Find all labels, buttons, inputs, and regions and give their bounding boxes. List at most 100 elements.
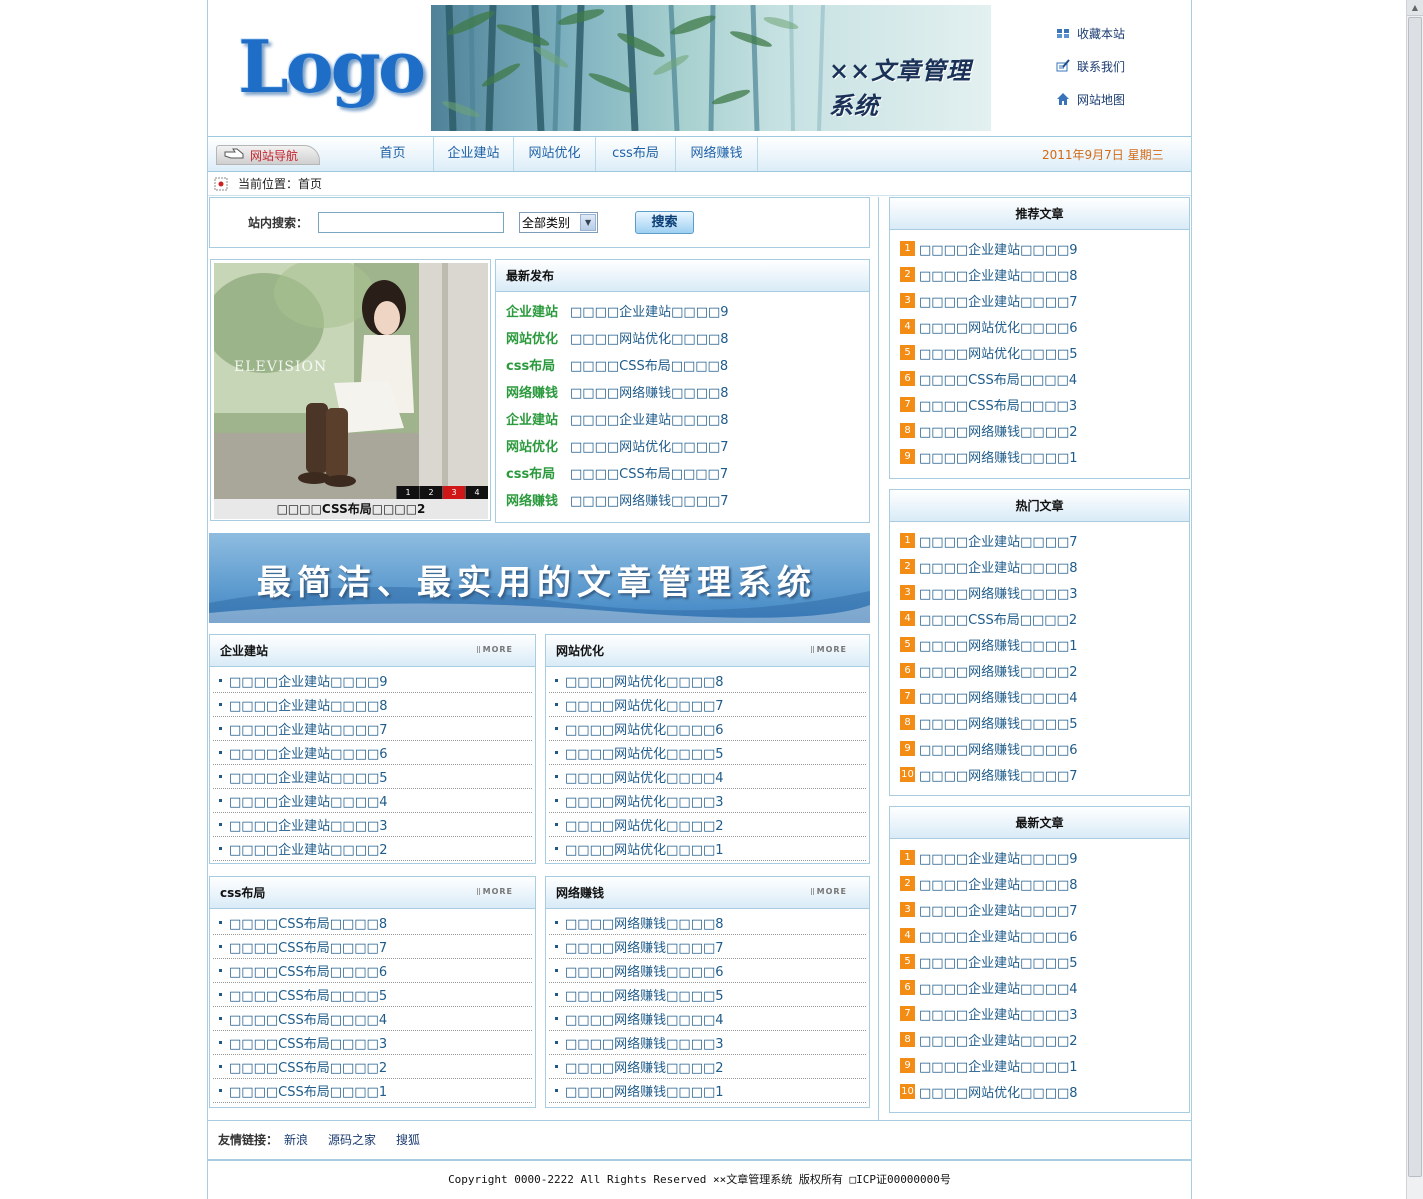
list-item[interactable]: 1 □□□□企业建站□□□□9 bbox=[890, 235, 1189, 261]
scrollbar-thumb[interactable] bbox=[1408, 17, 1422, 1177]
list-item[interactable]: □□□□网络赚钱□□□□3 bbox=[549, 1031, 866, 1055]
list-item[interactable]: □□□□网站优化□□□□8 bbox=[549, 669, 866, 693]
list-item[interactable]: 5 □□□□网络赚钱□□□□1 bbox=[890, 631, 1189, 657]
slide-number-3[interactable]: 3 bbox=[442, 486, 465, 499]
list-item[interactable]: 4 □□□□网站优化□□□□6 bbox=[890, 313, 1189, 339]
latest-cat[interactable]: 网站优化 bbox=[506, 328, 570, 347]
list-item[interactable]: □□□□企业建站□□□□5 bbox=[213, 765, 532, 789]
list-item[interactable]: □□□□CSS布局□□□□8 bbox=[213, 911, 532, 935]
latest-title[interactable]: □□□□网络赚钱□□□□7 bbox=[570, 490, 729, 509]
slide-number-4[interactable]: 4 bbox=[465, 486, 488, 499]
list-item[interactable]: 2 □□□□企业建站□□□□8 bbox=[890, 261, 1189, 287]
list-item[interactable]: □□□□CSS布局□□□□2 bbox=[213, 1055, 532, 1079]
latest-cat[interactable]: 网站优化 bbox=[506, 436, 570, 455]
list-item[interactable]: 9 □□□□网络赚钱□□□□1 bbox=[890, 443, 1189, 469]
nav-item-css[interactable]: css布局 bbox=[596, 137, 676, 171]
list-item[interactable]: □□□□网络赚钱□□□□7 bbox=[549, 935, 866, 959]
nav-item-seo[interactable]: 网站优化 bbox=[514, 137, 596, 171]
search-input[interactable] bbox=[318, 212, 505, 233]
list-item[interactable]: 6 □□□□网络赚钱□□□□2 bbox=[890, 657, 1189, 683]
slide-caption[interactable]: □□□□CSS布局□□□□2 bbox=[214, 499, 488, 519]
list-item[interactable]: 2 □□□□企业建站□□□□8 bbox=[890, 553, 1189, 579]
list-item[interactable]: 6 □□□□CSS布局□□□□4 bbox=[890, 365, 1189, 391]
vertical-scrollbar[interactable]: ▲ bbox=[1406, 0, 1423, 1199]
list-item[interactable]: □□□□网站优化□□□□6 bbox=[549, 717, 866, 741]
list-item[interactable]: □□□□网站优化□□□□4 bbox=[549, 765, 866, 789]
list-item[interactable]: □□□□CSS布局□□□□7 bbox=[213, 935, 532, 959]
slide-number-2[interactable]: 2 bbox=[419, 486, 442, 499]
list-item[interactable]: □□□□网站优化□□□□2 bbox=[549, 813, 866, 837]
list-item[interactable]: □□□□企业建站□□□□7 bbox=[213, 717, 532, 741]
more-link[interactable]: MORE bbox=[810, 645, 847, 654]
list-item[interactable]: 9 □□□□企业建站□□□□1 bbox=[890, 1052, 1189, 1078]
nav-item-home[interactable]: 首页 bbox=[352, 137, 434, 171]
list-item[interactable]: 10 □□□□网络赚钱□□□□7 bbox=[890, 761, 1189, 787]
list-item[interactable]: □□□□企业建站□□□□4 bbox=[213, 789, 532, 813]
list-item[interactable]: □□□□网站优化□□□□7 bbox=[549, 693, 866, 717]
list-item[interactable]: □□□□网站优化□□□□3 bbox=[549, 789, 866, 813]
site-map-link[interactable]: 网站地图 bbox=[1056, 89, 1125, 109]
list-item[interactable]: □□□□CSS布局□□□□6 bbox=[213, 959, 532, 983]
list-item[interactable]: 6 □□□□企业建站□□□□4 bbox=[890, 974, 1189, 1000]
list-item[interactable]: 7 □□□□CSS布局□□□□3 bbox=[890, 391, 1189, 417]
list-item[interactable]: □□□□网站优化□□□□5 bbox=[549, 741, 866, 765]
search-category-select[interactable]: 全部类别 ▼ bbox=[519, 212, 599, 233]
list-item[interactable]: 5 □□□□网站优化□□□□5 bbox=[890, 339, 1189, 365]
latest-title[interactable]: □□□□CSS布局□□□□7 bbox=[570, 463, 728, 482]
latest-cat[interactable]: 企业建站 bbox=[506, 409, 570, 428]
contact-us-link[interactable]: 联系我们 bbox=[1056, 56, 1125, 76]
bookmark-site-link[interactable]: 收藏本站 bbox=[1056, 23, 1125, 43]
nav-item-money[interactable]: 网络赚钱 bbox=[676, 137, 758, 171]
list-item[interactable]: □□□□网络赚钱□□□□5 bbox=[549, 983, 866, 1007]
list-item[interactable]: □□□□CSS布局□□□□3 bbox=[213, 1031, 532, 1055]
list-item[interactable]: □□□□网络赚钱□□□□2 bbox=[549, 1055, 866, 1079]
list-item[interactable]: 2 □□□□企业建站□□□□8 bbox=[890, 870, 1189, 896]
list-item[interactable]: 4 □□□□企业建站□□□□6 bbox=[890, 922, 1189, 948]
latest-title[interactable]: □□□□网络赚钱□□□□8 bbox=[570, 382, 729, 401]
list-item[interactable]: □□□□企业建站□□□□6 bbox=[213, 741, 532, 765]
friend-link-sina[interactable]: 新浪 bbox=[284, 1131, 308, 1148]
list-item[interactable]: 7 □□□□企业建站□□□□3 bbox=[890, 1000, 1189, 1026]
list-item[interactable]: □□□□企业建站□□□□8 bbox=[213, 693, 532, 717]
slide-image[interactable]: ELEVISION 1 2 3 4 bbox=[214, 263, 488, 499]
list-item[interactable]: 3 □□□□企业建站□□□□7 bbox=[890, 287, 1189, 313]
list-item[interactable]: □□□□CSS布局□□□□4 bbox=[213, 1007, 532, 1031]
list-item[interactable]: 4 □□□□CSS布局□□□□2 bbox=[890, 605, 1189, 631]
friend-link-yuanma[interactable]: 源码之家 bbox=[328, 1131, 376, 1148]
list-item[interactable]: 5 □□□□企业建站□□□□5 bbox=[890, 948, 1189, 974]
more-link[interactable]: MORE bbox=[810, 887, 847, 896]
list-item[interactable]: □□□□网络赚钱□□□□6 bbox=[549, 959, 866, 983]
list-item[interactable]: 1 □□□□企业建站□□□□9 bbox=[890, 844, 1189, 870]
list-item[interactable]: □□□□企业建站□□□□3 bbox=[213, 813, 532, 837]
list-item[interactable]: □□□□CSS布局□□□□1 bbox=[213, 1079, 532, 1103]
list-item[interactable]: □□□□网站优化□□□□1 bbox=[549, 837, 866, 861]
list-item[interactable]: □□□□网络赚钱□□□□8 bbox=[549, 911, 866, 935]
list-item[interactable]: 10 □□□□网站优化□□□□8 bbox=[890, 1078, 1189, 1104]
search-button[interactable]: 搜索 bbox=[635, 211, 695, 234]
latest-title[interactable]: □□□□CSS布局□□□□8 bbox=[570, 355, 728, 374]
list-item[interactable]: □□□□网络赚钱□□□□1 bbox=[549, 1079, 866, 1103]
chevron-down-icon[interactable]: ▼ bbox=[580, 214, 597, 231]
scroll-up-icon[interactable]: ▲ bbox=[1407, 0, 1423, 16]
latest-cat[interactable]: 企业建站 bbox=[506, 301, 570, 320]
list-item[interactable]: □□□□企业建站□□□□2 bbox=[213, 837, 532, 861]
site-logo[interactable]: Logo bbox=[238, 22, 426, 112]
latest-title[interactable]: □□□□企业建站□□□□9 bbox=[570, 301, 729, 320]
list-item[interactable]: 3 □□□□网络赚钱□□□□3 bbox=[890, 579, 1189, 605]
list-item[interactable]: □□□□企业建站□□□□9 bbox=[213, 669, 532, 693]
list-item[interactable]: □□□□网络赚钱□□□□4 bbox=[549, 1007, 866, 1031]
latest-title[interactable]: □□□□网站优化□□□□8 bbox=[570, 328, 729, 347]
list-item[interactable]: 8 □□□□网络赚钱□□□□2 bbox=[890, 417, 1189, 443]
list-item[interactable]: 7 □□□□网络赚钱□□□□4 bbox=[890, 683, 1189, 709]
list-item[interactable]: □□□□CSS布局□□□□5 bbox=[213, 983, 532, 1007]
promo-banner[interactable]: 最简洁、最实用的文章管理系统 bbox=[209, 533, 870, 623]
latest-cat[interactable]: 网络赚钱 bbox=[506, 382, 570, 401]
list-item[interactable]: 9 □□□□网络赚钱□□□□6 bbox=[890, 735, 1189, 761]
slide-number-1[interactable]: 1 bbox=[396, 486, 419, 499]
latest-cat[interactable]: 网络赚钱 bbox=[506, 490, 570, 509]
friend-link-sohu[interactable]: 搜狐 bbox=[396, 1131, 420, 1148]
list-item[interactable]: 3 □□□□企业建站□□□□7 bbox=[890, 896, 1189, 922]
list-item[interactable]: 1 □□□□企业建站□□□□7 bbox=[890, 527, 1189, 553]
more-link[interactable]: MORE bbox=[476, 645, 513, 654]
latest-title[interactable]: □□□□企业建站□□□□8 bbox=[570, 409, 729, 428]
